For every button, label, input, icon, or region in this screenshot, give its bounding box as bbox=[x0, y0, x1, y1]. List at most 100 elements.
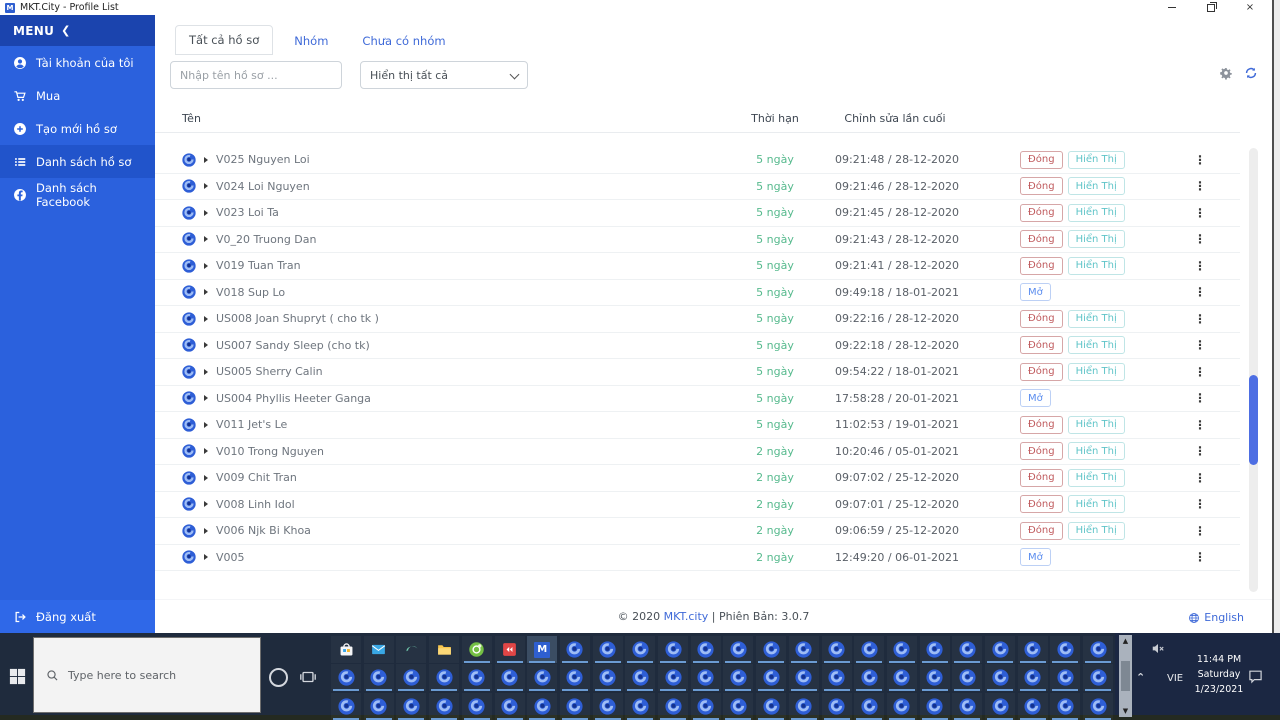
close-button[interactable]: Đóng bbox=[1020, 495, 1063, 514]
taskbar-search[interactable]: Type here to search bbox=[33, 637, 261, 713]
sidebar-item-buy[interactable]: Mua bbox=[0, 79, 155, 112]
close-button[interactable]: Đóng bbox=[1020, 150, 1063, 169]
taskbar-icon-chrome[interactable] bbox=[658, 664, 688, 692]
sidebar-item-profile-list[interactable]: Danh sách hồ sơ bbox=[0, 145, 155, 178]
taskbar-icon-chrome[interactable] bbox=[658, 636, 688, 663]
taskbar-icon-chrome[interactable] bbox=[756, 664, 786, 692]
open-button[interactable]: Mở bbox=[1020, 283, 1051, 302]
taskbar-icon-chrome[interactable] bbox=[920, 693, 950, 720]
show-button[interactable]: Hiển Thị bbox=[1067, 177, 1125, 196]
expand-caret-icon[interactable] bbox=[204, 236, 208, 243]
brand-link[interactable]: MKT.city bbox=[664, 610, 709, 623]
taskbar-icon-chrome[interactable] bbox=[495, 693, 525, 720]
row-menu-icon[interactable]: ⋮ bbox=[1194, 524, 1206, 538]
row-menu-icon[interactable]: ⋮ bbox=[1194, 418, 1206, 432]
show-button[interactable]: Hiển Thị bbox=[1067, 150, 1125, 169]
expand-caret-icon[interactable] bbox=[204, 262, 208, 269]
taskbar-icon-chrome[interactable] bbox=[625, 636, 655, 663]
row-menu-icon[interactable]: ⋮ bbox=[1194, 153, 1206, 167]
language-switcher[interactable]: English bbox=[1188, 611, 1244, 624]
taskbar-icon-chrome[interactable] bbox=[560, 664, 590, 692]
taskbar-icon-chrome[interactable] bbox=[887, 636, 917, 663]
settings-gear-icon[interactable] bbox=[1219, 66, 1233, 80]
taskbar-icon-chrome[interactable] bbox=[920, 636, 950, 663]
expand-caret-icon[interactable] bbox=[204, 527, 208, 534]
taskbar-icon-chrome[interactable] bbox=[462, 664, 492, 692]
input-language-indicator[interactable]: VIE bbox=[1167, 673, 1183, 684]
refresh-icon[interactable] bbox=[1244, 66, 1258, 80]
taskbar-icon-chrome[interactable] bbox=[396, 693, 426, 720]
task-view-button[interactable] bbox=[299, 668, 317, 686]
collapse-menu-icon[interactable]: ❮ bbox=[61, 24, 71, 37]
close-button[interactable]: Đóng bbox=[1020, 309, 1063, 328]
show-button[interactable]: Hiển Thị bbox=[1067, 521, 1125, 540]
taskbar-icon-chrome[interactable] bbox=[593, 664, 623, 692]
taskbar-icon-chrome[interactable] bbox=[1083, 636, 1113, 663]
expand-caret-icon[interactable] bbox=[204, 501, 208, 508]
taskbar-icon-folder[interactable] bbox=[429, 636, 459, 663]
logout-button[interactable]: Đăng xuất bbox=[0, 600, 155, 633]
taskbar-icon-chrome[interactable] bbox=[429, 693, 459, 720]
taskbar-icon-chrome[interactable] bbox=[691, 664, 721, 692]
taskbar-icon-chrome[interactable] bbox=[822, 693, 852, 720]
taskbar-icon-chrome[interactable] bbox=[756, 693, 786, 720]
menu-header[interactable]: MENU ❮ bbox=[0, 15, 155, 46]
row-menu-icon[interactable]: ⋮ bbox=[1194, 206, 1206, 220]
taskbar-icon-chrome[interactable] bbox=[723, 664, 753, 692]
close-button[interactable]: Đóng bbox=[1020, 230, 1063, 249]
row-menu-icon[interactable]: ⋮ bbox=[1194, 365, 1206, 379]
sidebar-item-facebook-list[interactable]: Danh sách Facebook bbox=[0, 178, 155, 211]
expand-caret-icon[interactable] bbox=[204, 448, 208, 455]
display-filter-select[interactable]: Hiển thị tất cả bbox=[360, 61, 528, 89]
taskbar-icon-chrome[interactable] bbox=[887, 664, 917, 692]
close-button[interactable]: Đóng bbox=[1020, 521, 1063, 540]
show-button[interactable]: Hiển Thị bbox=[1067, 468, 1125, 487]
row-menu-icon[interactable]: ⋮ bbox=[1194, 471, 1206, 485]
taskbar-scrollbar[interactable]: ▲ ▼ bbox=[1119, 635, 1132, 717]
taskbar-icon-chrome[interactable] bbox=[331, 693, 361, 720]
taskbar-icon-chrome[interactable] bbox=[691, 636, 721, 663]
tab-groups[interactable]: Nhóm bbox=[281, 27, 341, 55]
tab-all-profiles[interactable]: Tất cả hồ sơ bbox=[175, 25, 274, 55]
taskbar-icon-chrome[interactable] bbox=[1018, 636, 1048, 663]
taskbar-icon-chrome[interactable] bbox=[952, 664, 982, 692]
taskbar-icon-chrome[interactable] bbox=[560, 693, 590, 720]
taskbar-icon-red-app[interactable] bbox=[495, 636, 525, 663]
taskbar-icon-chrome[interactable] bbox=[920, 664, 950, 692]
taskbar-icon-edge[interactable] bbox=[396, 636, 426, 663]
taskbar-icon-chrome[interactable] bbox=[723, 636, 753, 663]
show-button[interactable]: Hiển Thị bbox=[1067, 442, 1125, 461]
taskbar-icon-chrome[interactable] bbox=[985, 636, 1015, 663]
expand-caret-icon[interactable] bbox=[204, 183, 208, 190]
expand-caret-icon[interactable] bbox=[204, 342, 208, 349]
taskbar-scrollbar-thumb[interactable] bbox=[1121, 661, 1130, 691]
taskbar-icon-chrome[interactable] bbox=[364, 664, 394, 692]
show-button[interactable]: Hiển Thị bbox=[1067, 230, 1125, 249]
taskbar-icon-chrome[interactable] bbox=[462, 693, 492, 720]
taskbar-icon-chrome[interactable] bbox=[789, 636, 819, 663]
taskbar-clock[interactable]: 11:44 PM Saturday 1/23/2021 bbox=[1190, 652, 1248, 697]
taskbar-icon-chrome[interactable] bbox=[789, 693, 819, 720]
expand-caret-icon[interactable] bbox=[204, 395, 208, 402]
tray-expand-icon[interactable]: ⌃ bbox=[1136, 671, 1145, 684]
scroll-up-icon[interactable]: ▲ bbox=[1123, 637, 1128, 645]
expand-caret-icon[interactable] bbox=[204, 368, 208, 375]
open-button[interactable]: Mở bbox=[1020, 389, 1051, 408]
action-center-icon[interactable] bbox=[1247, 668, 1264, 684]
row-menu-icon[interactable]: ⋮ bbox=[1194, 312, 1206, 326]
taskbar-icon-chrome[interactable] bbox=[1050, 636, 1080, 663]
taskbar-icon-chrome[interactable] bbox=[756, 636, 786, 663]
close-button[interactable]: Đóng bbox=[1020, 442, 1063, 461]
cortana-button[interactable] bbox=[269, 668, 288, 687]
taskbar-icon-chrome[interactable] bbox=[985, 664, 1015, 692]
taskbar-icon-chrome[interactable] bbox=[396, 664, 426, 692]
close-button[interactable]: Đóng bbox=[1020, 336, 1063, 355]
taskbar-icon-chrome[interactable] bbox=[1083, 664, 1113, 692]
taskbar-icon-chrome[interactable] bbox=[625, 664, 655, 692]
taskbar-icon-chrome[interactable] bbox=[560, 636, 590, 663]
taskbar-icon-chrome[interactable] bbox=[887, 693, 917, 720]
show-button[interactable]: Hiển Thị bbox=[1067, 362, 1125, 381]
taskbar-icon-chrome[interactable] bbox=[723, 693, 753, 720]
taskbar-icon-chrome[interactable] bbox=[854, 693, 884, 720]
scroll-down-icon[interactable]: ▼ bbox=[1123, 707, 1128, 715]
